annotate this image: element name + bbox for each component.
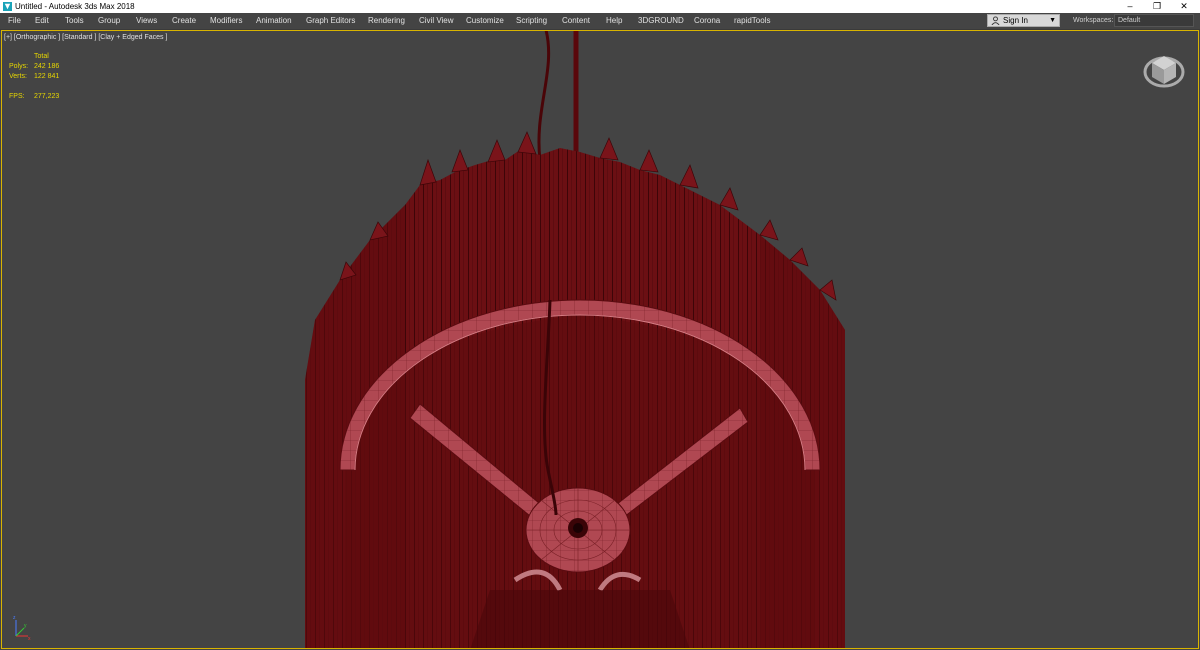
lamp-model-render: [305, 31, 845, 648]
fps-label: FPS:: [9, 93, 25, 100]
svg-text:x: x: [28, 636, 31, 642]
axis-tripod-icon: z x y: [13, 615, 31, 642]
polys-value: 242 186: [34, 63, 60, 70]
verts-value: 122 841: [34, 73, 60, 80]
viewport-label[interactable]: [+] [Orthographic ] [Standard ] [Clay + …: [4, 34, 167, 41]
verts-label: Verts:: [9, 73, 27, 80]
stats-header: Total: [34, 53, 49, 60]
fps-value: 277,223: [34, 93, 60, 100]
svg-text:y: y: [24, 623, 27, 629]
polys-label: Polys:: [9, 63, 29, 70]
viewcube-icon[interactable]: [1142, 48, 1186, 92]
